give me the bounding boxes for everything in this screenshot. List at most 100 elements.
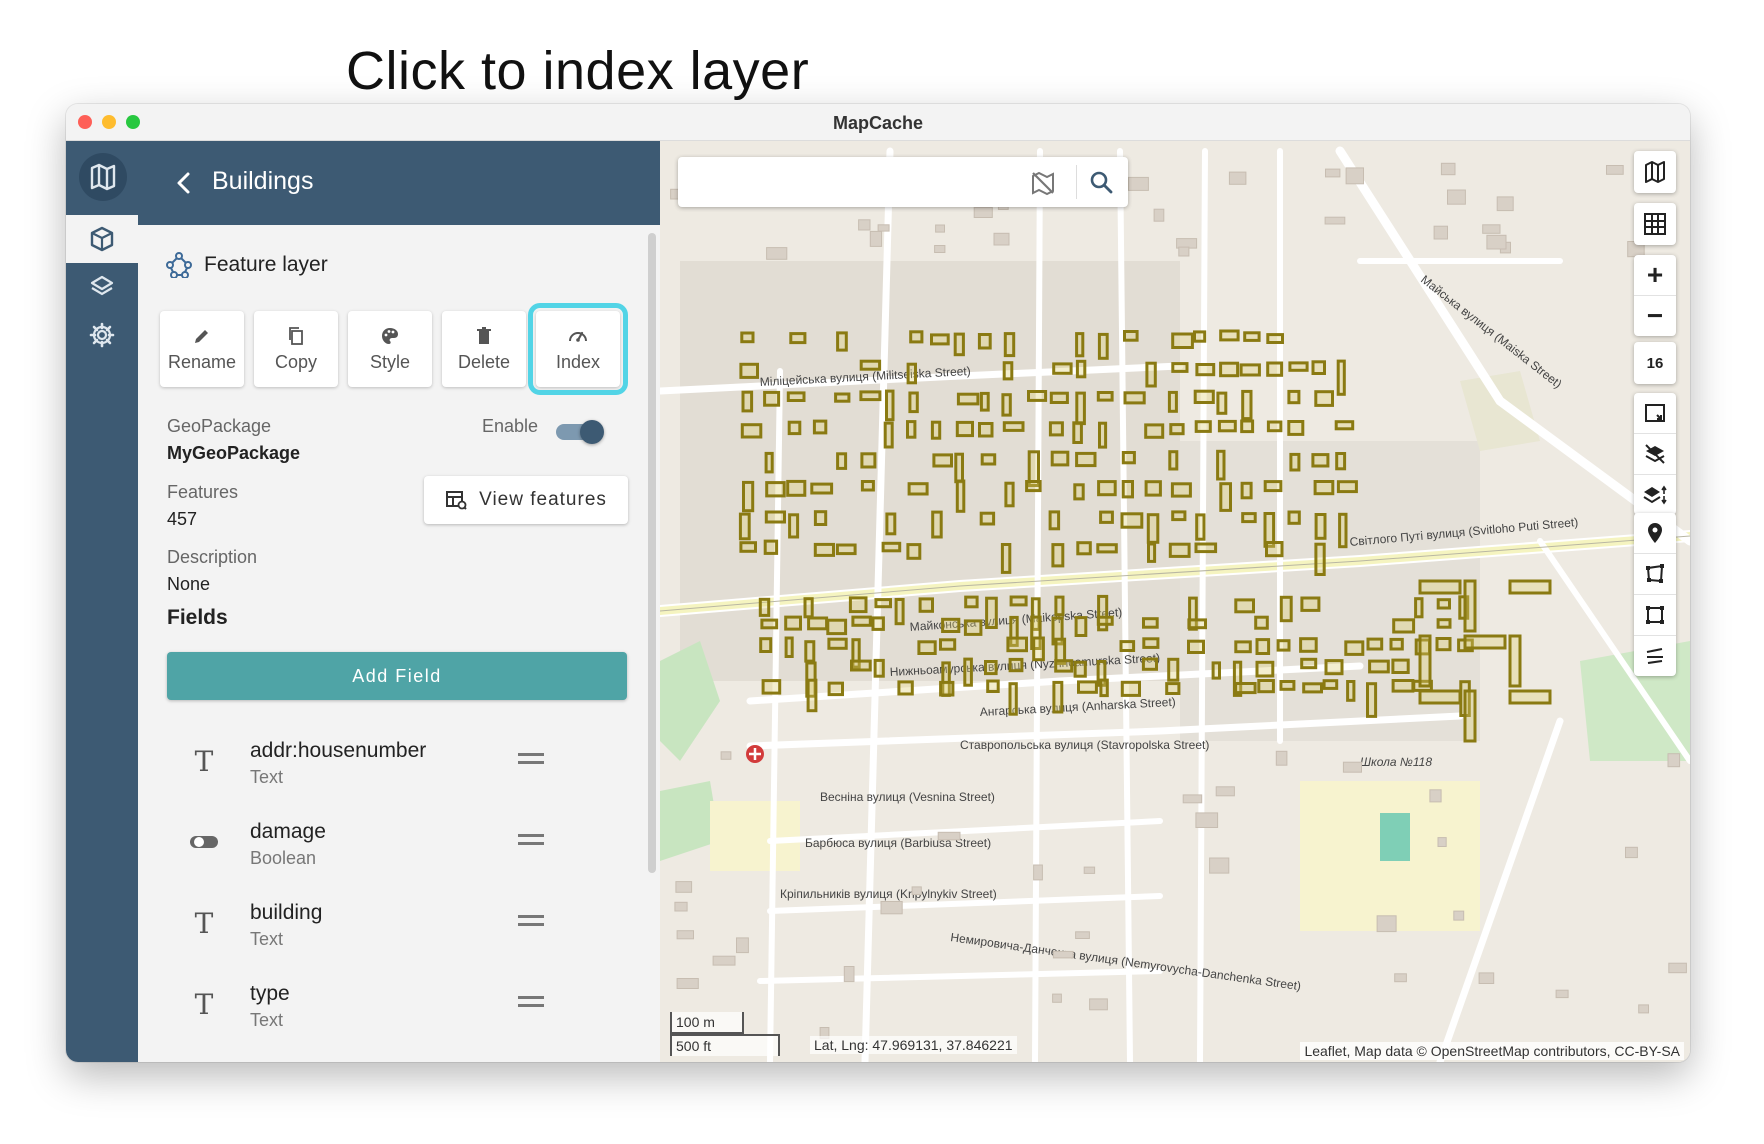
building-feature[interactable] (1389, 637, 1404, 651)
building-feature[interactable] (1097, 332, 1109, 360)
building-feature[interactable] (1072, 421, 1083, 444)
building-feature[interactable] (1169, 423, 1185, 436)
building-feature[interactable] (1147, 542, 1157, 563)
add-field-button[interactable]: Add Field (167, 652, 627, 700)
building-feature[interactable] (826, 618, 848, 636)
building-feature[interactable] (1279, 680, 1296, 691)
building-feature[interactable] (1219, 482, 1232, 512)
building-feature[interactable] (1276, 639, 1291, 652)
building-feature[interactable] (806, 678, 818, 713)
building-feature[interactable] (789, 332, 807, 345)
building-feature[interactable] (1120, 680, 1141, 697)
building-feature[interactable] (1099, 510, 1114, 524)
building-feature[interactable] (985, 596, 998, 630)
building-feature[interactable] (1508, 579, 1552, 595)
building-feature[interactable] (1346, 680, 1356, 702)
drag-handle-icon[interactable] (518, 915, 544, 927)
building-feature[interactable] (1217, 419, 1237, 433)
building-feature[interactable] (1324, 659, 1344, 676)
building-feature[interactable] (827, 681, 845, 697)
building-feature[interactable] (1144, 423, 1165, 439)
building-feature[interactable] (1334, 420, 1355, 431)
building-feature[interactable] (859, 390, 882, 402)
building-feature[interactable] (850, 659, 872, 672)
building-feature[interactable] (1004, 481, 1015, 508)
field-row[interactable]: T addr:housenumber Text (138, 733, 660, 813)
building-feature[interactable] (1216, 391, 1228, 415)
building-feature[interactable] (1097, 480, 1117, 497)
building-feature[interactable] (1241, 389, 1253, 421)
building-feature[interactable] (1335, 452, 1347, 471)
building-feature[interactable] (760, 618, 779, 630)
building-feature[interactable] (1120, 512, 1144, 529)
rail-item-layers[interactable] (66, 263, 138, 311)
building-feature[interactable] (1254, 615, 1269, 630)
building-feature[interactable] (765, 481, 786, 498)
field-row[interactable]: T building Text (138, 895, 660, 975)
layer-order-button[interactable] (1634, 475, 1676, 515)
building-feature[interactable] (1234, 640, 1252, 654)
building-feature[interactable] (1435, 637, 1452, 652)
building-feature[interactable] (1049, 391, 1069, 404)
building-feature[interactable] (955, 479, 966, 513)
building-feature[interactable] (758, 597, 771, 617)
building-feature[interactable] (881, 541, 902, 553)
back-button[interactable] (166, 165, 202, 201)
building-feature[interactable] (1002, 361, 1014, 381)
building-feature[interactable] (1075, 359, 1087, 379)
building-feature[interactable] (1025, 480, 1042, 493)
building-feature[interactable] (1000, 543, 1012, 574)
building-feature[interactable] (859, 359, 882, 371)
building-feature[interactable] (1098, 421, 1108, 449)
building-feature[interactable] (1418, 579, 1462, 595)
building-feature[interactable] (788, 513, 800, 539)
building-feature[interactable] (939, 680, 955, 697)
zoom-in-button[interactable]: + (1634, 255, 1676, 296)
building-feature[interactable] (813, 510, 828, 527)
building-feature[interactable] (1187, 618, 1208, 630)
building-feature[interactable] (1168, 542, 1191, 558)
delete-button[interactable]: Delete (442, 311, 526, 387)
building-feature[interactable] (1171, 510, 1187, 522)
building-feature[interactable] (954, 452, 964, 484)
building-feature[interactable] (963, 619, 983, 636)
building-feature[interactable] (1279, 595, 1293, 623)
building-feature[interactable] (1240, 419, 1255, 434)
building-feature[interactable] (1170, 482, 1192, 498)
building-feature[interactable] (1338, 512, 1348, 549)
drag-handle-icon[interactable] (518, 996, 544, 1008)
building-feature[interactable] (1216, 449, 1226, 481)
building-feature[interactable] (1287, 389, 1301, 405)
grid-button[interactable] (1634, 203, 1676, 245)
building-feature[interactable] (804, 640, 816, 663)
rail-item-geopackages[interactable] (66, 215, 138, 263)
building-feature[interactable] (930, 420, 942, 440)
building-feature[interactable] (1123, 391, 1146, 405)
building-feature[interactable] (1052, 362, 1073, 375)
building-feature[interactable] (953, 332, 965, 357)
draw-rectangle-button[interactable] (1634, 595, 1676, 636)
building-feature[interactable] (955, 420, 974, 438)
building-feature[interactable] (1077, 680, 1098, 694)
building-feature[interactable] (1001, 393, 1012, 417)
building-feature[interactable] (1123, 330, 1139, 342)
building-feature[interactable] (1508, 634, 1522, 688)
building-feature[interactable] (1121, 451, 1136, 465)
building-feature[interactable] (980, 453, 997, 466)
building-feature[interactable] (763, 390, 781, 407)
building-feature[interactable] (1219, 361, 1240, 378)
zoom-out-button[interactable]: − (1634, 296, 1676, 336)
view-features-button[interactable]: View features (424, 476, 628, 524)
building-feature[interactable] (1314, 513, 1327, 540)
building-feature[interactable] (897, 680, 914, 696)
map-attribution[interactable]: Leaflet, Map data © OpenStreetMap contri… (1300, 1042, 1684, 1060)
building-feature[interactable] (1008, 657, 1024, 673)
building-feature[interactable] (740, 331, 755, 344)
building-feature[interactable] (1194, 420, 1212, 433)
building-feature[interactable] (1219, 329, 1240, 342)
building-feature[interactable] (978, 422, 994, 438)
building-feature[interactable] (1287, 420, 1305, 436)
building-feature[interactable] (907, 482, 929, 496)
building-feature[interactable] (860, 480, 875, 492)
building-feature[interactable] (1096, 543, 1118, 554)
